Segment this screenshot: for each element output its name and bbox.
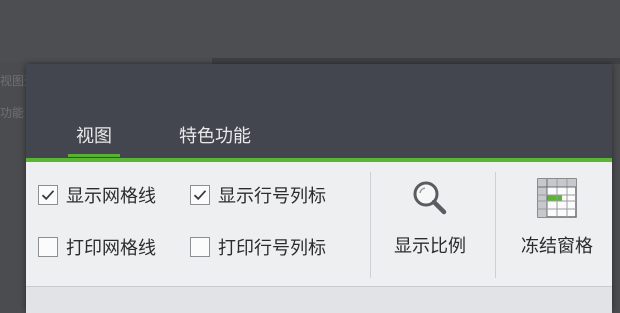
background-text-fragment: 视图选	[0, 74, 26, 88]
print-gridlines-label: 打印网格线	[66, 238, 156, 259]
print-row-col-headers-label: 打印行号列标	[218, 238, 326, 259]
show-gridlines-label: 显示网格线	[66, 186, 156, 207]
print-gridlines-checkbox[interactable]: 打印网格线	[38, 234, 156, 260]
toolbar-divider	[495, 172, 496, 278]
toolbar-divider	[370, 172, 371, 278]
show-gridlines-checkbox[interactable]: 显示网格线	[38, 182, 156, 208]
show-row-col-headers-checkbox[interactable]: 显示行号列标	[190, 182, 326, 208]
checkbox-box[interactable]	[38, 185, 58, 205]
view-settings-panel: 视图 特色功能 显示网格线 显示行号列标 打印网格线 打印行号列标 显示比例 冻…	[26, 64, 612, 313]
tab-special-features[interactable]: 特色功能	[179, 122, 251, 148]
background-workspace	[0, 0, 620, 62]
checkmark-icon	[193, 190, 207, 201]
checkbox-box[interactable]	[38, 237, 58, 257]
tab-bar: 视图 特色功能	[26, 64, 612, 158]
zoom-ratio-label: 显示比例	[394, 236, 466, 257]
freeze-panes-label: 冻结窗格	[521, 236, 593, 257]
magnifier-icon	[413, 181, 447, 215]
zoom-ratio-button[interactable]: 显示比例	[382, 176, 478, 258]
freeze-panes-icon	[537, 178, 577, 218]
checkmark-icon	[41, 190, 55, 201]
freeze-panes-button[interactable]: 冻结窗格	[507, 176, 607, 258]
checkbox-box[interactable]	[190, 237, 210, 257]
tab-view[interactable]: 视图	[68, 122, 120, 157]
print-row-col-headers-checkbox[interactable]: 打印行号列标	[190, 234, 326, 260]
checkbox-box[interactable]	[190, 185, 210, 205]
background-text-fragment: 功能	[0, 106, 25, 120]
show-row-col-headers-label: 显示行号列标	[218, 186, 326, 207]
ribbon-bottom-bar	[26, 286, 612, 313]
